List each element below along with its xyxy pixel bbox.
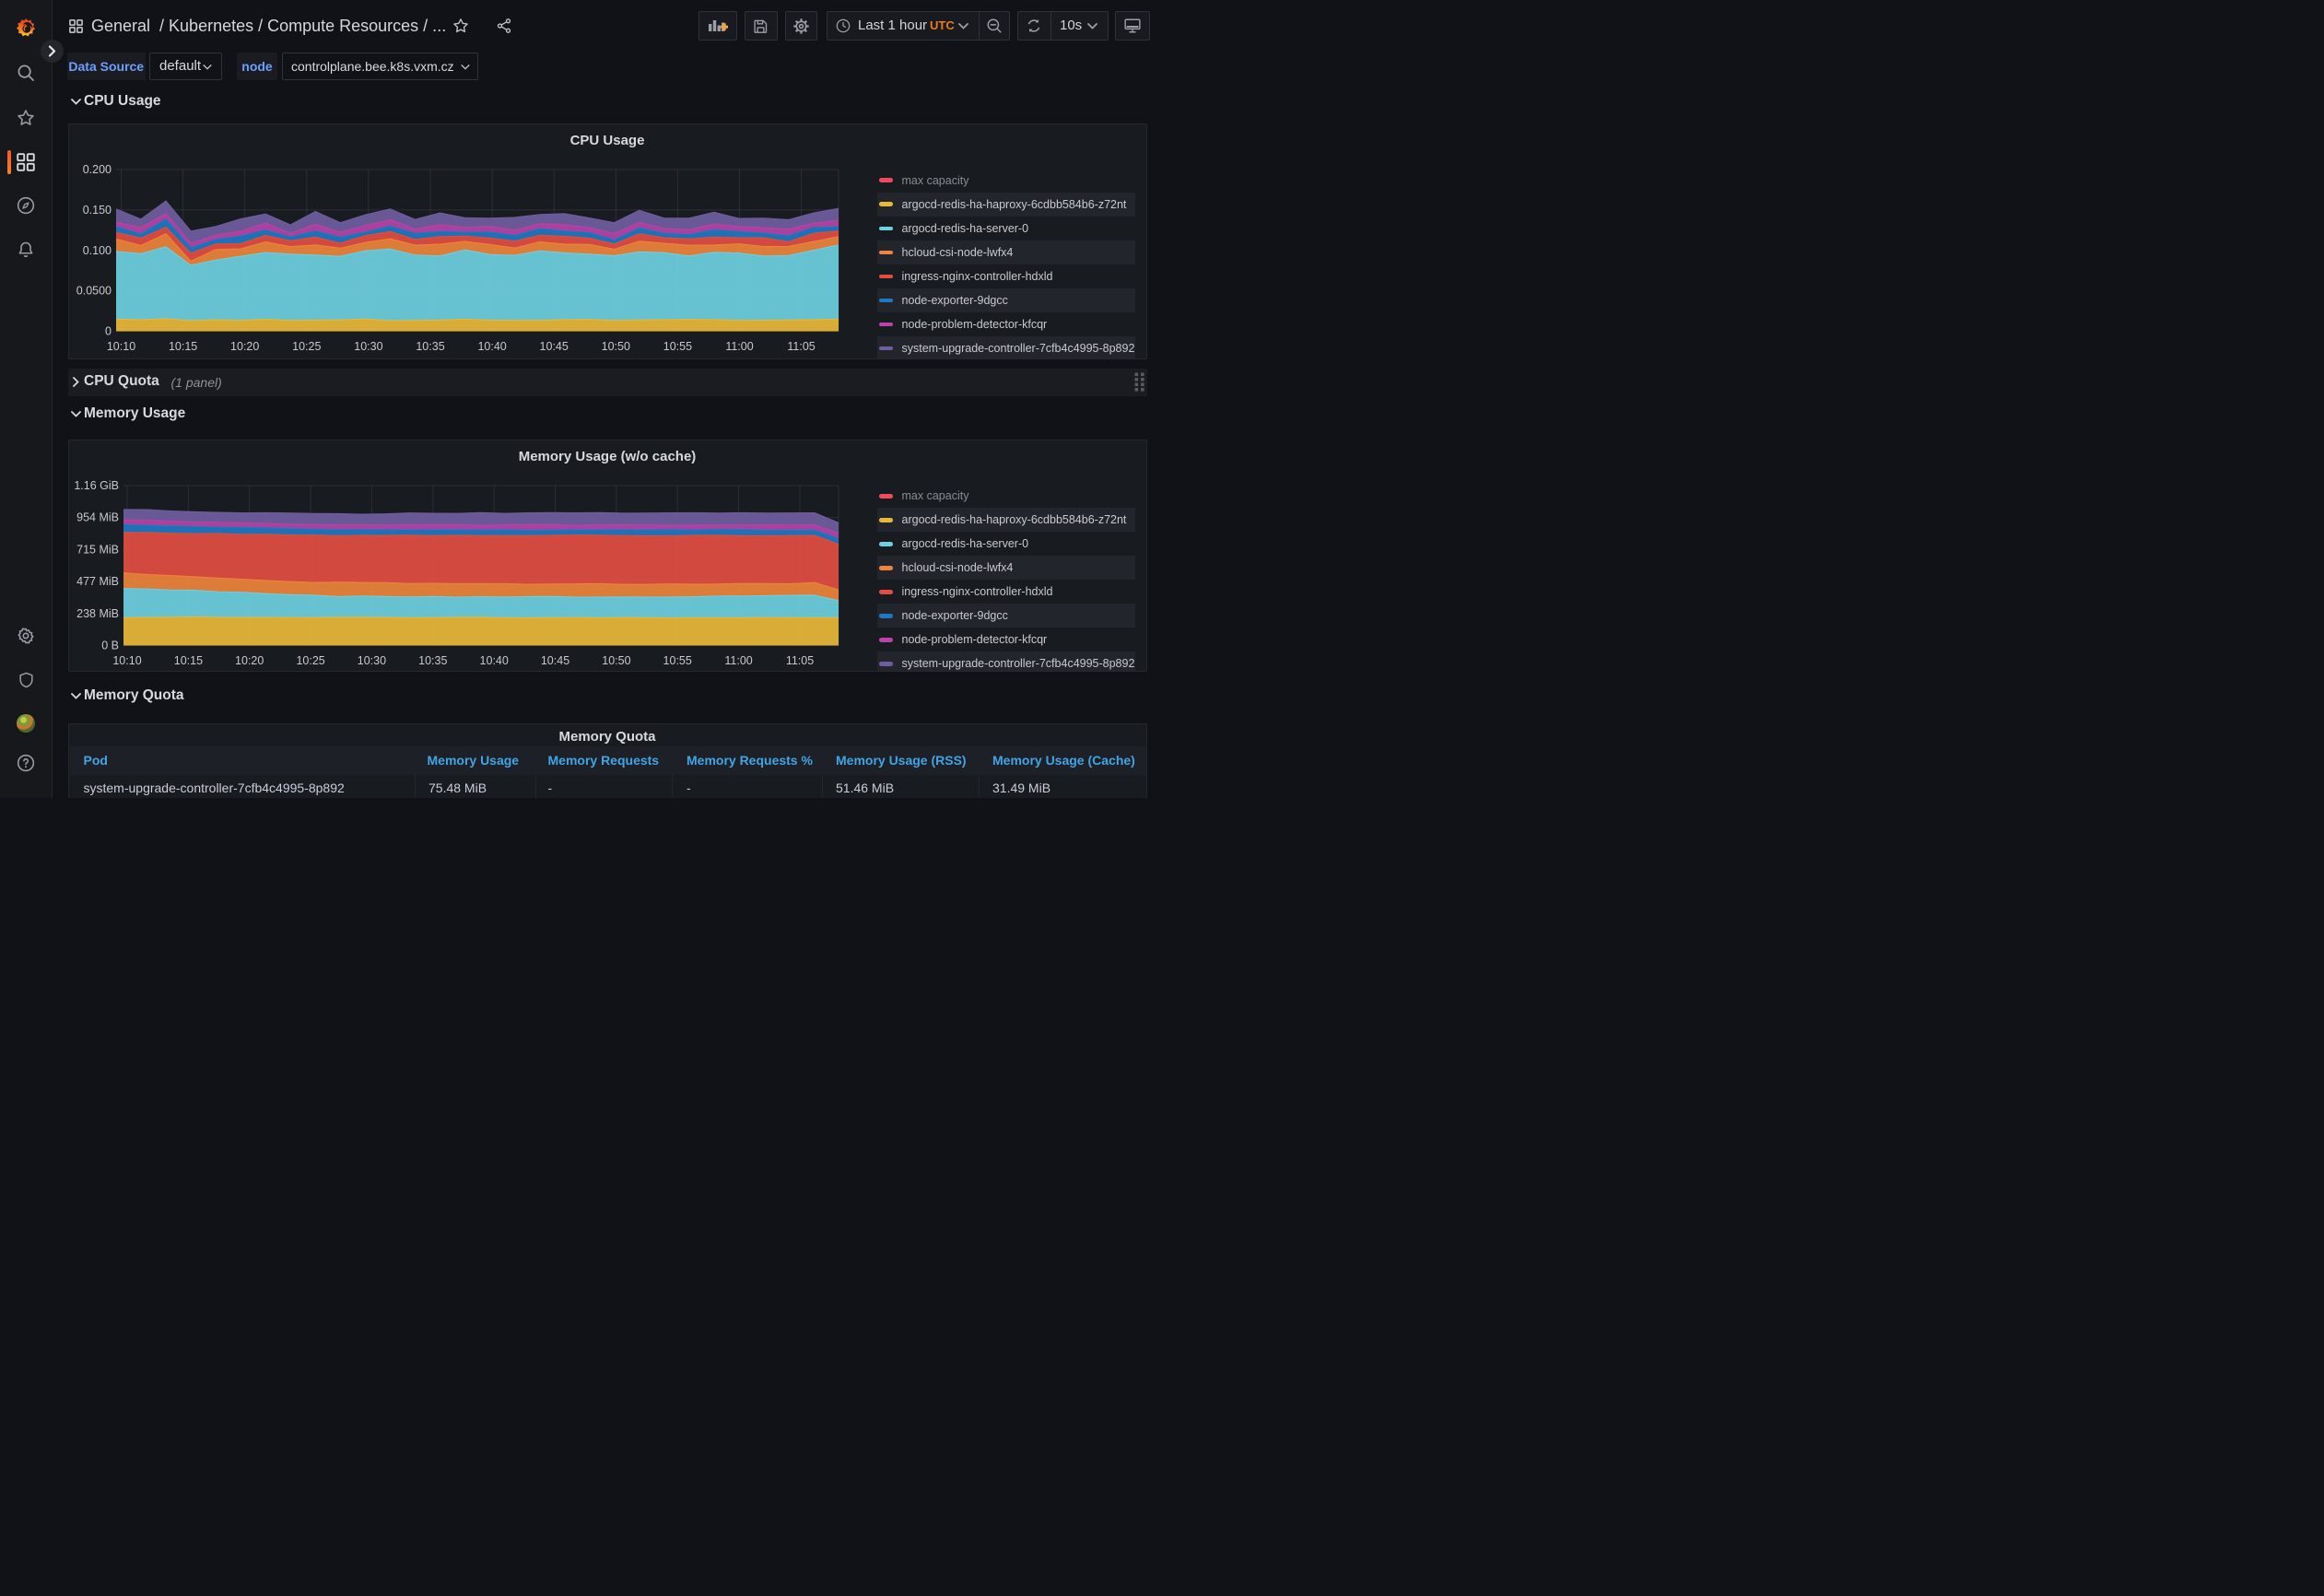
svg-text:10:10: 10:10 [106, 340, 135, 353]
svg-text:238 MiB: 238 MiB [76, 606, 119, 619]
svg-text:10:30: 10:30 [354, 340, 382, 353]
svg-text:10:50: 10:50 [601, 340, 629, 353]
svg-text:0.0500: 0.0500 [76, 285, 111, 298]
svg-text:11:00: 11:00 [724, 654, 752, 667]
svg-text:0.150: 0.150 [82, 204, 111, 217]
svg-text:10:15: 10:15 [173, 654, 202, 667]
svg-text:0: 0 [105, 325, 112, 338]
svg-text:11:00: 11:00 [725, 340, 753, 353]
svg-text:11:05: 11:05 [787, 340, 815, 353]
svg-text:10:10: 10:10 [112, 654, 141, 667]
svg-text:10:30: 10:30 [357, 654, 385, 667]
svg-text:477 MiB: 477 MiB [76, 575, 119, 588]
svg-text:10:25: 10:25 [296, 654, 324, 667]
svg-text:0 B: 0 B [101, 639, 119, 651]
svg-text:10:20: 10:20 [235, 654, 264, 667]
svg-text:10:40: 10:40 [477, 340, 506, 353]
svg-text:954 MiB: 954 MiB [76, 510, 119, 523]
svg-text:10:55: 10:55 [663, 654, 691, 667]
svg-text:10:25: 10:25 [292, 340, 321, 353]
svg-text:0.200: 0.200 [82, 163, 111, 176]
svg-text:11:05: 11:05 [785, 654, 813, 667]
svg-text:10:45: 10:45 [539, 340, 568, 353]
svg-text:1.16 GiB: 1.16 GiB [74, 479, 119, 492]
svg-text:10:40: 10:40 [479, 654, 508, 667]
svg-text:10:35: 10:35 [418, 654, 447, 667]
svg-text:0.100: 0.100 [82, 244, 111, 257]
svg-text:10:15: 10:15 [168, 340, 196, 353]
svg-text:10:45: 10:45 [540, 654, 569, 667]
svg-text:715 MiB: 715 MiB [76, 543, 119, 556]
svg-text:10:20: 10:20 [230, 340, 259, 353]
svg-text:10:35: 10:35 [416, 340, 444, 353]
svg-text:10:50: 10:50 [602, 654, 630, 667]
svg-text:10:55: 10:55 [663, 340, 691, 353]
